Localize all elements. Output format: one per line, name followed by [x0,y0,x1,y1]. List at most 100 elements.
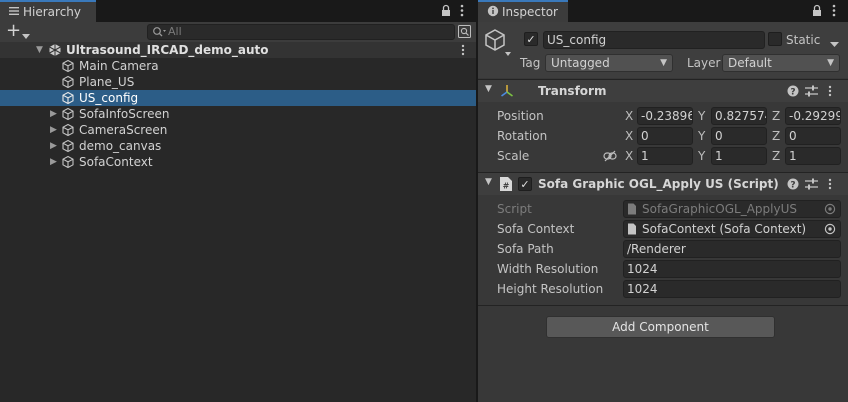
sofa-path-input[interactable]: /Renderer [623,240,841,258]
object-name-input[interactable]: US_config [543,31,765,49]
hierarchy-item-label: US_config [79,91,139,105]
static-dropdown-caret-icon[interactable] [830,37,839,51]
axis-y-label[interactable]: Y [698,127,705,145]
expand-arrow-icon[interactable]: ▶ [50,154,57,170]
add-label: + [6,20,22,41]
sofa-context-object-field[interactable]: SofaContext (Sofa Context) [623,220,841,238]
script-file-icon [627,223,637,237]
search-field[interactable]: All [147,24,455,40]
svg-text:#: # [503,182,510,191]
hierarchy-item-demo-canvas[interactable]: ▶ demo_canvas [0,138,476,154]
active-checkbox[interactable]: ✓ [524,32,538,46]
add-button[interactable]: + [6,20,36,43]
static-checkbox[interactable] [768,32,782,46]
gameobject-large-icon[interactable] [484,28,512,61]
chevron-down-icon [22,29,30,43]
svg-text:?: ? [790,181,795,191]
hierarchy-item-label: SofaContext [79,155,153,169]
help-icon[interactable]: ? [787,178,799,193]
axis-x-label[interactable]: X [625,147,633,165]
svg-text:?: ? [790,88,795,98]
hierarchy-item-label: SofaInfoScreen [79,107,170,121]
scale-y-field[interactable]: 1 [711,147,767,165]
component-enabled-checkbox[interactable]: ✓ [518,177,532,191]
position-label: Position [497,109,544,123]
height-resolution-label: Height Resolution [497,282,604,296]
expand-arrow-icon[interactable]: ▶ [50,138,57,154]
gameobject-cube-icon [61,59,75,73]
axis-x-label[interactable]: X [625,127,633,145]
chevron-down-icon: ▼ [827,58,834,68]
layer-dropdown[interactable]: Default ▼ [722,54,840,72]
expand-arrow-icon[interactable]: ▶ [50,106,57,122]
gameobject-cube-icon [61,123,75,137]
gameobject-cube-icon [61,155,75,169]
hierarchy-item-plane-us[interactable]: Plane_US [0,74,476,90]
tab-hierarchy[interactable]: Hierarchy [0,0,96,22]
hierarchy-item-label: Main Camera [79,59,159,73]
tag-value: Untagged [551,56,610,70]
rotation-x-field[interactable]: 0 [637,127,693,145]
axis-z-label[interactable]: Z [772,107,780,125]
link-icon[interactable] [603,150,617,165]
add-component-button[interactable]: Add Component [546,316,775,338]
rotation-z-field[interactable]: 0 [785,127,841,145]
axis-z-label[interactable]: Z [772,147,780,165]
height-resolution-input[interactable]: 1024 [623,280,841,298]
tag-dropdown[interactable]: Untagged ▼ [545,54,673,72]
hierarchy-item-main-camera[interactable]: Main Camera [0,58,476,74]
hierarchy-item-sofacontext[interactable]: ▶ SofaContext [0,154,476,170]
rotation-y-field[interactable]: 0 [711,127,767,145]
layer-label: Layer [687,56,721,70]
hamburger-icon [9,4,19,21]
gameobject-cube-icon [61,139,75,153]
search-options-icon[interactable] [458,25,471,41]
lock-icon[interactable] [441,4,451,20]
rotation-label: Rotation [497,129,548,143]
sofa-path-label: Sofa Path [497,242,554,256]
expand-arrow-icon[interactable]: ▼ [36,42,43,58]
help-icon[interactable]: ? [787,85,799,100]
scene-kebab-icon[interactable] [461,44,465,59]
expand-arrow-icon[interactable]: ▶ [50,122,57,138]
hierarchy-item-camerascreen[interactable]: ▶ CameraScreen [0,122,476,138]
component-kebab-icon[interactable] [828,85,832,100]
transform-header[interactable]: ▼ Transform ? [478,80,848,102]
sofa-context-label: Sofa Context [497,222,575,236]
scale-z-field[interactable]: 1 [785,147,841,165]
search-icon [152,26,166,41]
script-file-icon [627,203,637,217]
axis-z-label[interactable]: Z [772,127,780,145]
script-object-field: SofaGraphicOGL_ApplyUS [623,200,841,218]
script-component-header[interactable]: ▼ # ✓ Sofa Graphic OGL_Apply US (Script)… [478,173,848,195]
expand-arrow-icon[interactable]: ▼ [485,177,492,187]
search-input[interactable]: All [168,25,182,39]
object-picker-icon[interactable] [824,223,836,237]
hierarchy-item-us-config[interactable]: US_config [0,90,476,106]
axis-y-label[interactable]: Y [698,107,705,125]
axis-y-label[interactable]: Y [698,147,705,165]
scene-icon [48,43,62,57]
position-x-field[interactable]: -0.23896 [637,107,693,125]
expand-arrow-icon[interactable]: ▼ [485,84,492,94]
scene-root-row[interactable]: ▼ Ultrasound_IRCAD_demo_auto [0,42,476,58]
object-picker-icon [824,203,836,217]
scale-x-field[interactable]: 1 [637,147,693,165]
preset-icon[interactable] [805,178,818,193]
kebab-icon[interactable] [460,4,464,20]
lock-icon[interactable] [812,4,822,20]
kebab-icon[interactable] [832,4,836,20]
position-y-field[interactable]: 0.827574 [711,107,767,125]
hierarchy-item-label: demo_canvas [79,139,162,153]
layer-value: Default [728,56,772,70]
hierarchy-item-sofainfoscreen[interactable]: ▶ SofaInfoScreen [0,106,476,122]
axis-x-label[interactable]: X [625,107,633,125]
tab-inspector[interactable]: Inspector [478,0,568,22]
component-kebab-icon[interactable] [828,178,832,193]
preset-icon[interactable] [805,85,818,100]
gameobject-cube-icon [61,107,75,121]
width-resolution-input[interactable]: 1024 [623,260,841,278]
script-value: SofaGraphicOGL_ApplyUS [642,202,797,216]
hierarchy-item-label: CameraScreen [79,123,168,137]
position-z-field[interactable]: -0.29299 [785,107,841,125]
